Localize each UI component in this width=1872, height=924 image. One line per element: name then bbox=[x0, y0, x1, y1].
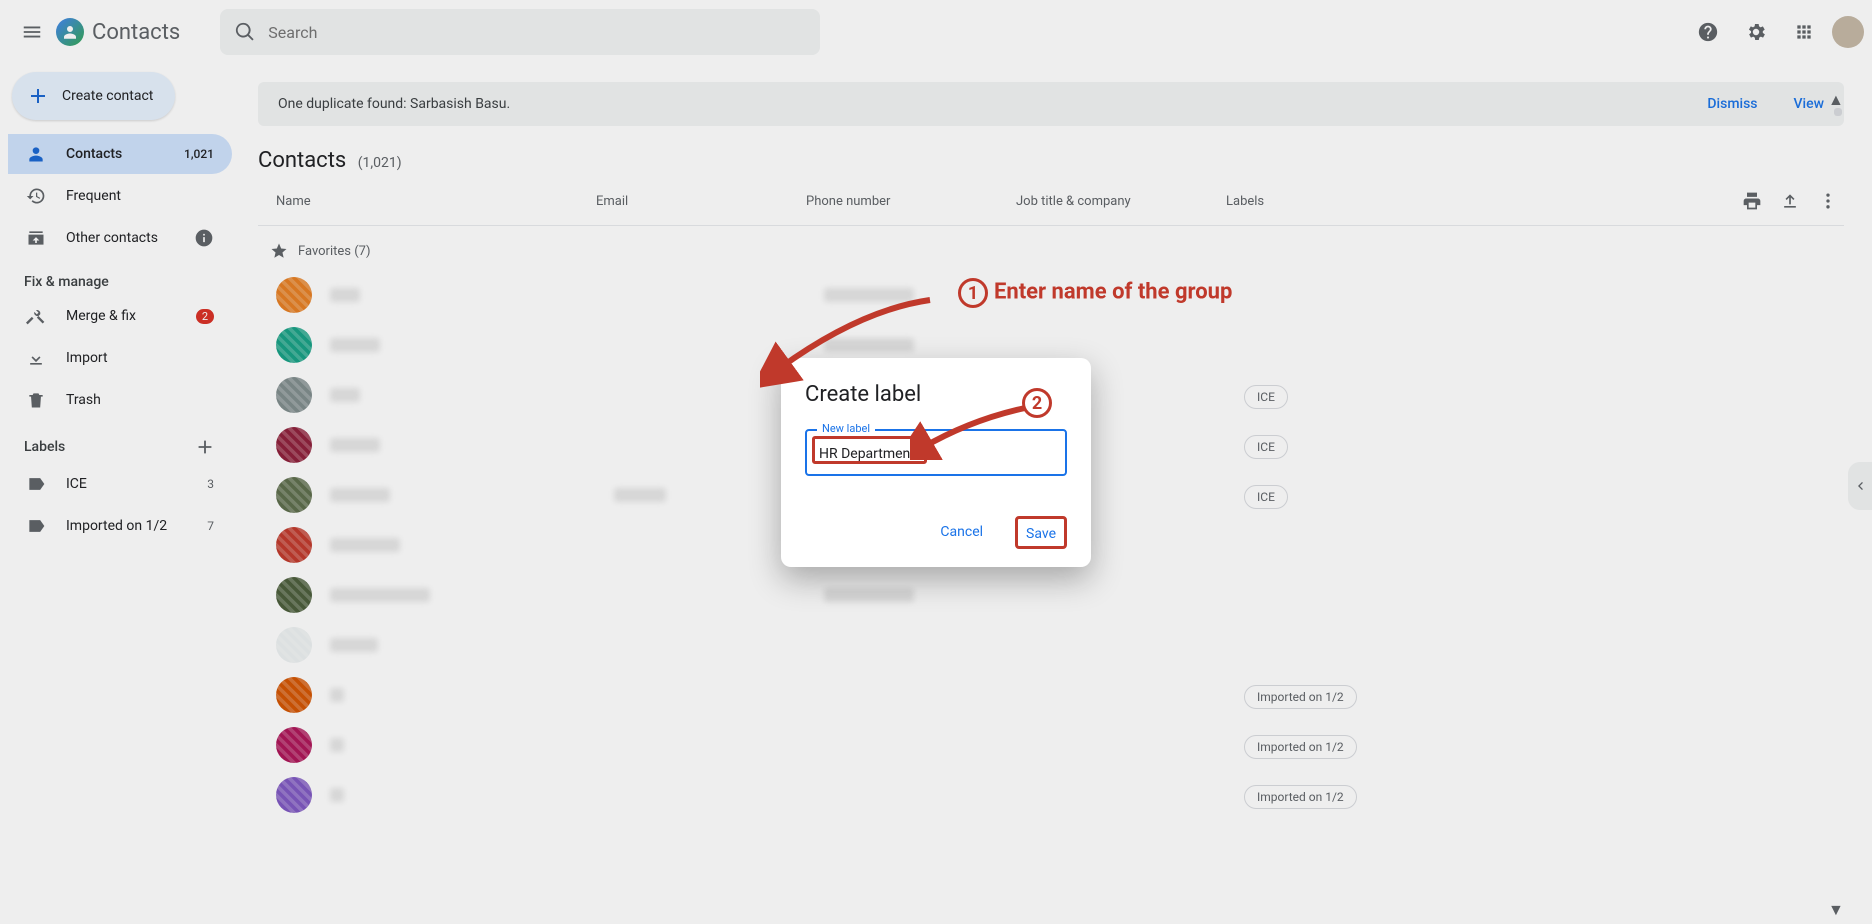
field-floating-label: New label bbox=[817, 422, 875, 435]
annotation-step1-text: Enter name of the group bbox=[994, 280, 1232, 305]
modal-overlay: Create label New label Cancel Save bbox=[0, 0, 1872, 924]
annotation-step2-num: 2 bbox=[1022, 388, 1052, 418]
label-name-field[interactable]: New label bbox=[805, 429, 1067, 476]
annotation-highlight-save: Save bbox=[1015, 516, 1067, 549]
save-button[interactable]: Save bbox=[1026, 526, 1056, 542]
create-label-dialog: Create label New label Cancel Save bbox=[781, 358, 1091, 567]
label-name-input[interactable] bbox=[819, 446, 1053, 462]
cancel-button[interactable]: Cancel bbox=[930, 516, 993, 549]
annotation-step1-num: 1 bbox=[958, 278, 988, 308]
annotation-step1: 1Enter name of the group bbox=[958, 278, 1232, 308]
